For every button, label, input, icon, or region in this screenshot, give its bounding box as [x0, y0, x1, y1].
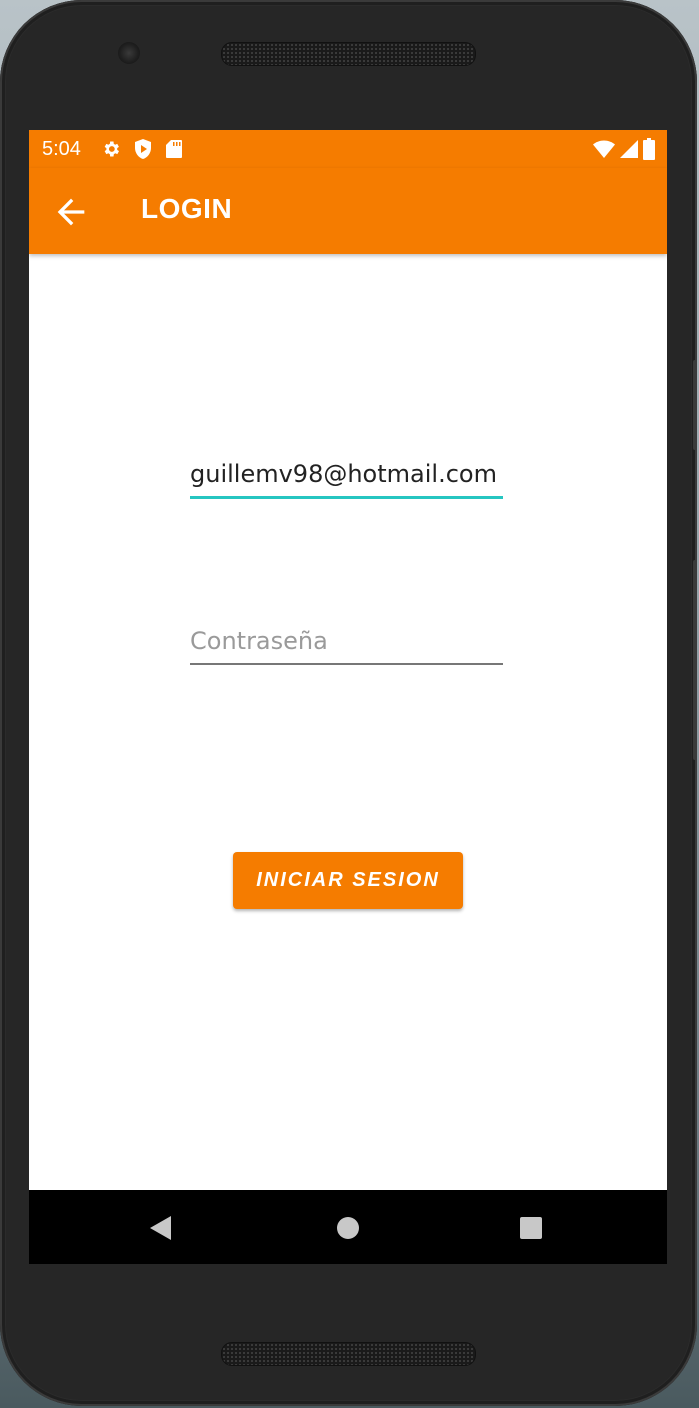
status-bar: 5:04	[29, 130, 667, 168]
top-speaker-grille	[221, 42, 476, 66]
cell-signal-icon	[620, 140, 638, 158]
shield-play-icon	[135, 139, 151, 159]
app-screen: 5:04 LOGIN guillemv98@hotmail.com INICIA…	[29, 130, 667, 1264]
nav-recents-button[interactable]	[515, 1212, 547, 1244]
sd-card-icon	[166, 140, 182, 158]
system-nav-bar	[29, 1190, 667, 1264]
recents-square-icon	[520, 1217, 542, 1239]
battery-icon	[643, 138, 655, 160]
volume-button	[693, 360, 697, 450]
password-field[interactable]	[190, 619, 503, 665]
login-button[interactable]: INICIAR SESION	[233, 852, 463, 909]
nav-back-button[interactable]	[145, 1212, 177, 1244]
home-circle-icon	[337, 1217, 359, 1239]
email-field[interactable]	[190, 452, 503, 499]
phone-frame: 5:04 LOGIN guillemv98@hotmail.com INICIA…	[0, 0, 697, 1406]
gear-icon	[104, 141, 119, 157]
page-title: LOGIN	[141, 193, 233, 224]
front-camera	[118, 42, 140, 64]
wifi-icon	[593, 140, 615, 158]
back-button[interactable]	[51, 192, 91, 232]
arrow-back-icon	[57, 198, 85, 226]
status-time: 5:04	[42, 138, 81, 160]
nav-home-button[interactable]	[332, 1212, 364, 1244]
back-triangle-icon	[150, 1216, 171, 1240]
power-button	[693, 560, 697, 760]
app-bar: LOGIN	[29, 168, 667, 254]
bottom-speaker-grille	[221, 1342, 476, 1366]
